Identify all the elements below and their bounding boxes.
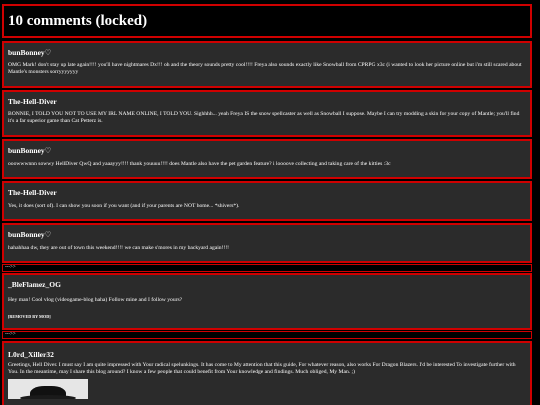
reply-toggle[interactable]: --->> (2, 264, 532, 272)
comment-card: L0rd_Xiller32 Greetings, Hell Diver. I m… (2, 341, 532, 405)
comment-author[interactable]: bunBonney♡ (8, 48, 51, 57)
black-hat-avatar-icon (8, 379, 88, 399)
comment-author[interactable]: _BleFlamez_OG (8, 280, 61, 289)
comment-card: bunBonney♡ hahahhaa dw, they are out of … (2, 223, 532, 263)
hat-brim (20, 395, 76, 399)
comment-text: Hey man! Cool vlog (videogame-blog haha)… (8, 297, 183, 303)
comment-card: bunBonney♡ OMG Mark! don't stay up late … (2, 41, 532, 88)
reply-toggle[interactable]: --->> (2, 331, 532, 339)
comment-author[interactable]: L0rd_Xiller32 (8, 350, 54, 359)
comment-card: The-Hell-Diver BONNIE, I TOLD YOU NOT TO… (2, 90, 532, 137)
comment-author[interactable]: The-Hell-Diver (8, 97, 57, 106)
comment-author[interactable]: bunBonney♡ (8, 146, 51, 155)
comment-text: ooowwwnnn sowwy HellDiver QwQ and yaaayy… (8, 161, 391, 167)
comment-text: Yes, it does (sort of). I can show you s… (8, 203, 240, 209)
removed-notice: [REMOVED BY MOD] (8, 314, 51, 319)
comment-card: bunBonney♡ ooowwwnnn sowwy HellDiver QwQ… (2, 139, 532, 179)
comments-header: 10 comments (locked) (2, 4, 532, 38)
comment-card: The-Hell-Diver Yes, it does (sort of). I… (2, 181, 532, 221)
comment-card: _BleFlamez_OG Hey man! Cool vlog (videog… (2, 273, 532, 330)
comments-page: 10 comments (locked) bunBonney♡ OMG Mark… (0, 0, 540, 405)
comment-author[interactable]: The-Hell-Diver (8, 188, 57, 197)
comment-author[interactable]: bunBonney♡ (8, 230, 51, 239)
comment-text: hahahhaa dw, they are out of town this w… (8, 245, 230, 251)
comment-text: OMG Mark! don't stay up late again!!!! y… (8, 62, 522, 76)
comment-text: Greetings, Hell Diver. I must say I am q… (8, 362, 516, 376)
page-title: 10 comments (locked) (8, 13, 148, 29)
comment-text: BONNIE, I TOLD YOU NOT TO USE MY IRL NAM… (8, 111, 520, 125)
